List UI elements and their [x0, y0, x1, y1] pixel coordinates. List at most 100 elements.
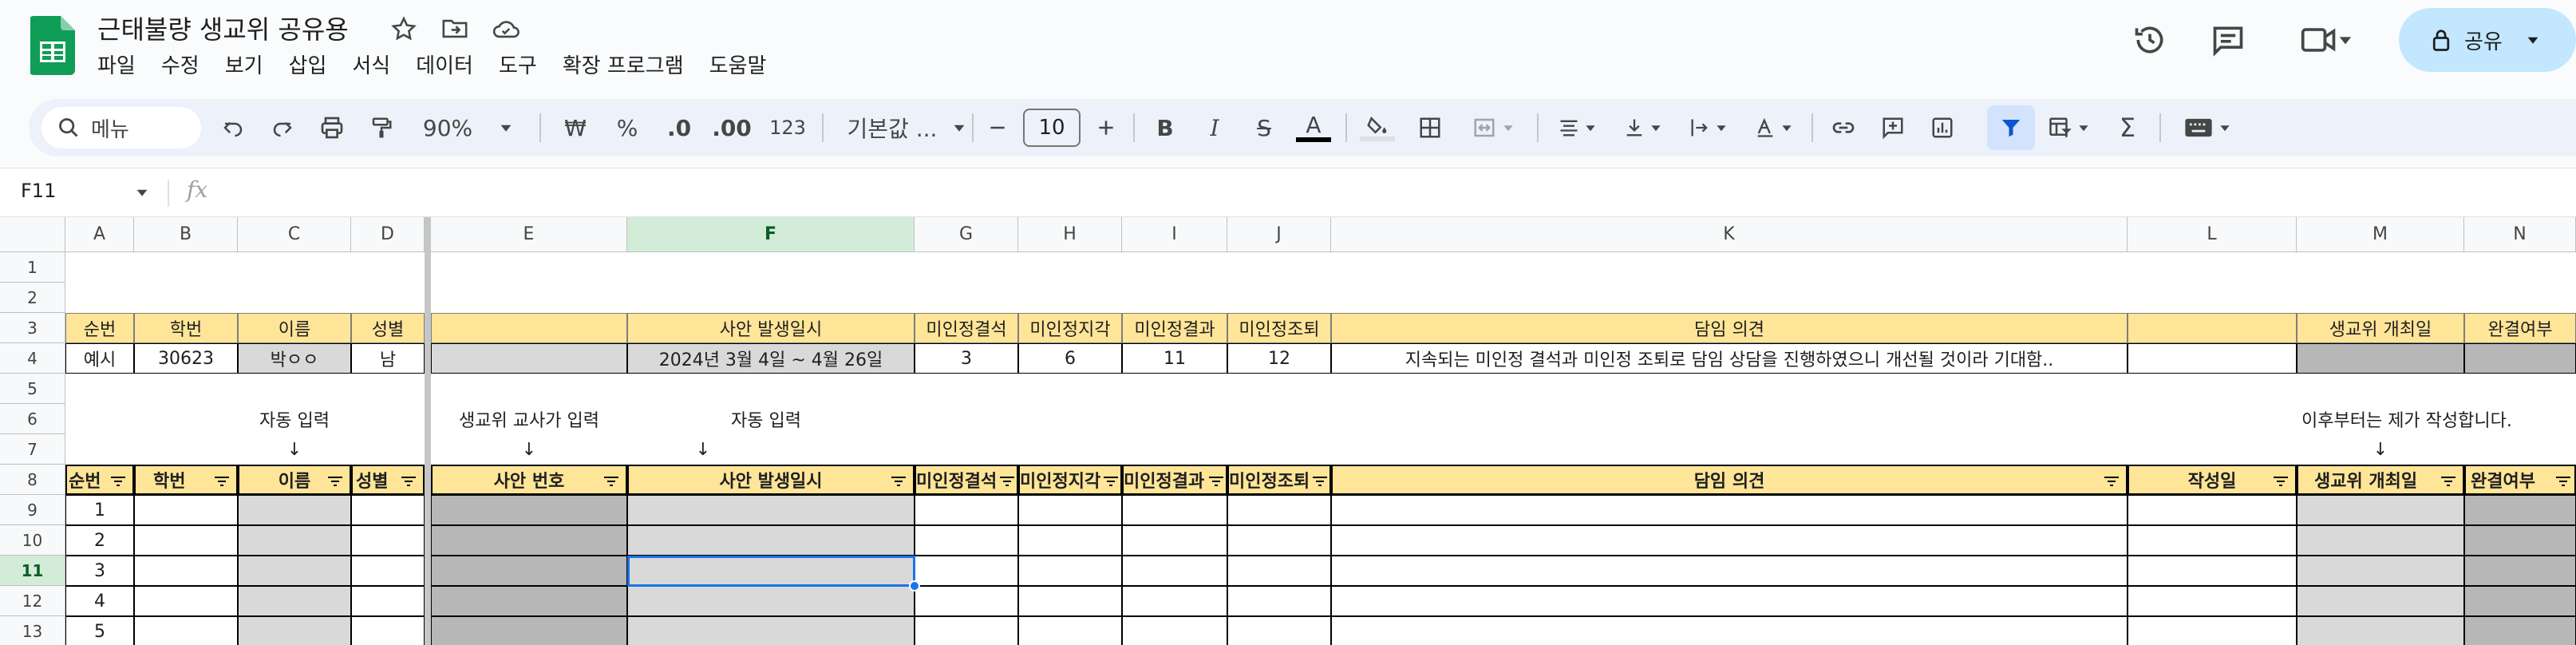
move-folder-icon[interactable] — [437, 11, 472, 46]
currency-format-button[interactable]: ₩ — [547, 99, 603, 156]
column-header-h[interactable]: H — [1018, 217, 1122, 252]
column-header-e[interactable]: E — [431, 217, 627, 252]
chevron-down-icon[interactable] — [136, 186, 148, 199]
header-student-id[interactable]: 학번 — [134, 465, 238, 495]
cell-k3[interactable]: 담임 의견 — [1331, 313, 2128, 343]
cell-c3[interactable]: 이름 — [238, 313, 351, 343]
strikethrough-button[interactable]: S — [1240, 99, 1288, 156]
cell-f12[interactable] — [627, 586, 915, 616]
cell-c12[interactable] — [238, 586, 351, 616]
cell-m9[interactable] — [2297, 495, 2464, 525]
menu-tools[interactable]: 도구 — [499, 49, 537, 79]
select-all-corner[interactable] — [0, 217, 65, 252]
cell-i4[interactable]: 11 — [1122, 343, 1227, 374]
row-header-10[interactable]: 10 — [0, 525, 65, 556]
filter-icon[interactable] — [327, 476, 343, 487]
row-header-12[interactable]: 12 — [0, 586, 65, 616]
cell-g13[interactable] — [915, 616, 1018, 645]
cell-l3[interactable] — [2128, 313, 2297, 343]
menu-data[interactable]: 데이터 — [416, 49, 473, 79]
row-header-1[interactable]: 1 — [0, 252, 65, 283]
cell-m4[interactable] — [2297, 343, 2464, 374]
cell-h3[interactable]: 미인정지각 — [1018, 313, 1122, 343]
filter-icon[interactable] — [214, 476, 230, 487]
cloud-saved-icon[interactable] — [488, 11, 523, 46]
cell-k10[interactable] — [1331, 525, 2128, 556]
cell-n11[interactable] — [2464, 556, 2576, 586]
number-format-button[interactable]: 123 — [760, 99, 816, 156]
chevron-down-icon[interactable] — [2527, 34, 2539, 46]
cell-f4[interactable]: 2024년 3월 4일 ~ 4월 26일 — [627, 343, 915, 374]
filter-icon[interactable] — [1103, 476, 1119, 487]
menu-help[interactable]: 도움말 — [709, 49, 767, 79]
cell-k12[interactable] — [1331, 586, 2128, 616]
paint-format-icon[interactable] — [359, 99, 404, 156]
filter-icon[interactable] — [891, 476, 907, 487]
cell-c13[interactable] — [238, 616, 351, 645]
menu-extensions[interactable]: 확장 프로그램 — [563, 49, 684, 79]
cell-i3[interactable]: 미인정결과 — [1122, 313, 1227, 343]
cell-h4[interactable]: 6 — [1018, 343, 1122, 374]
fill-color-icon[interactable] — [1353, 99, 1401, 156]
cell-j10[interactable] — [1227, 525, 1331, 556]
filter-icon[interactable] — [999, 476, 1015, 487]
cell-m11[interactable] — [2297, 556, 2464, 586]
cell-a11[interactable]: 3 — [65, 556, 134, 586]
percent-format-button[interactable]: % — [603, 99, 651, 156]
cell-m3[interactable]: 생교위 개최일 — [2297, 313, 2464, 343]
header-gender[interactable]: 성별 — [351, 465, 425, 495]
cell-d3[interactable]: 성별 — [351, 313, 425, 343]
column-header-l[interactable]: L — [2128, 217, 2297, 252]
cell-f9[interactable] — [627, 495, 915, 525]
cell-e13[interactable] — [431, 616, 627, 645]
meet-icon[interactable] — [2290, 16, 2362, 64]
cell-e11[interactable] — [431, 556, 627, 586]
filter-icon[interactable] — [110, 476, 126, 487]
header-case-number[interactable]: 사안 번호 — [431, 465, 627, 495]
header-name[interactable]: 이름 — [238, 465, 351, 495]
cell-b10[interactable] — [134, 525, 238, 556]
cell-g9[interactable] — [915, 495, 1018, 525]
cell-a3[interactable]: 순번 — [65, 313, 134, 343]
column-header-j[interactable]: J — [1227, 217, 1331, 252]
document-title[interactable]: 근태불량 생교위 공유용 — [97, 10, 349, 46]
filter-icon[interactable] — [2555, 476, 2571, 487]
filter-icon[interactable] — [1208, 476, 1224, 487]
fill-handle[interactable] — [909, 580, 920, 592]
cell-c4[interactable]: 박ㅇㅇ — [238, 343, 351, 374]
cell-b13[interactable] — [134, 616, 238, 645]
cell-k13[interactable] — [1331, 616, 2128, 645]
cell-i13[interactable] — [1122, 616, 1227, 645]
cell-f13[interactable] — [627, 616, 915, 645]
column-header-a[interactable]: A — [65, 217, 134, 252]
cell-a13[interactable]: 5 — [65, 616, 134, 645]
comments-icon[interactable] — [2204, 16, 2252, 64]
row-header-11[interactable]: 11 — [0, 556, 65, 586]
header-incident-date[interactable]: 사안 발생일시 — [627, 465, 915, 495]
merge-cells-icon[interactable] — [1457, 99, 1529, 156]
row-header-13[interactable]: 13 — [0, 616, 65, 645]
cell-b11[interactable] — [134, 556, 238, 586]
cell-e3[interactable] — [431, 313, 627, 343]
header-tardy[interactable]: 미인정지각 — [1018, 465, 1122, 495]
share-button[interactable]: 공유 — [2399, 8, 2576, 72]
header-class-absence[interactable]: 미인정결과 — [1122, 465, 1227, 495]
redo-icon[interactable] — [260, 99, 305, 156]
horizontal-align-icon[interactable] — [1545, 99, 1609, 156]
cell-g4[interactable]: 3 — [915, 343, 1018, 374]
cell-j3[interactable]: 미인정조퇴 — [1227, 313, 1331, 343]
column-header-i[interactable]: I — [1122, 217, 1227, 252]
header-committee-date[interactable]: 생교위 개최일 — [2297, 465, 2464, 495]
cell-k9[interactable] — [1331, 495, 2128, 525]
cell-d11[interactable] — [351, 556, 425, 586]
filter-icon[interactable] — [1987, 99, 2035, 156]
row-header-2[interactable]: 2 — [0, 283, 65, 313]
cell-e4[interactable] — [431, 343, 627, 374]
cell-i11[interactable] — [1122, 556, 1227, 586]
cell-a10[interactable]: 2 — [65, 525, 134, 556]
cell-l11[interactable] — [2128, 556, 2297, 586]
cell-b4[interactable]: 30623 — [134, 343, 238, 374]
header-completed[interactable]: 완결여부 — [2464, 465, 2576, 495]
row-header-7[interactable]: 7 — [0, 434, 65, 465]
decrease-decimal-button[interactable]: .0 — [651, 99, 707, 156]
